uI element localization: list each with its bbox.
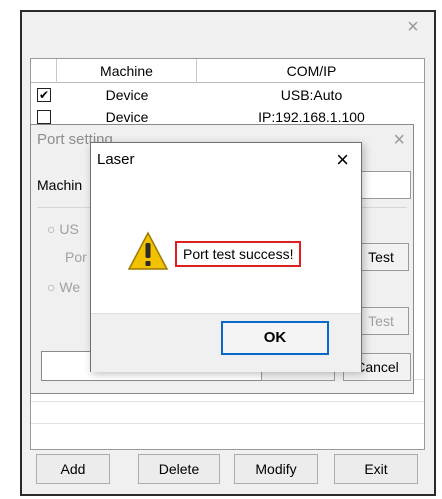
row-com-ip: USB:Auto [280, 87, 343, 103]
add-button[interactable]: Add [36, 454, 110, 484]
port-label: Por [65, 249, 87, 265]
modify-button[interactable]: Modify [234, 454, 318, 484]
exit-button[interactable]: Exit [334, 454, 418, 484]
table-row[interactable]: ✔ Device USB:Auto [31, 84, 424, 106]
message-text: Port test success! [175, 241, 302, 267]
machine-name-input[interactable] [357, 171, 411, 199]
warning-icon [127, 231, 169, 270]
radio-web[interactable]: ○ We [47, 279, 80, 295]
port-dialog-close-icon[interactable]: × [393, 129, 405, 152]
message-box-title: Laser [97, 151, 135, 168]
radio-web-label: We [59, 279, 81, 295]
list-header: Machine COM/IP [31, 59, 424, 83]
message-box: Laser × Port test success! OK [90, 142, 362, 372]
row-checkbox[interactable]: ✔ [37, 88, 51, 102]
row-checkbox[interactable] [37, 110, 51, 124]
radio-usb-icon: ○ [47, 221, 56, 237]
row-machine: Device [105, 87, 149, 103]
radio-usb[interactable]: ○ US [47, 221, 79, 237]
main-close-icon[interactable]: × [402, 16, 424, 38]
message-body: Port test success! [91, 183, 361, 313]
grid-line [31, 401, 424, 402]
radio-usb-label: US [59, 221, 79, 237]
delete-button[interactable]: Delete [138, 454, 220, 484]
ok-button[interactable]: OK [221, 321, 329, 355]
radio-web-icon: ○ [47, 279, 56, 295]
header-machine[interactable]: Machine [57, 59, 197, 83]
grid-line [31, 423, 424, 424]
message-box-close-icon[interactable]: × [336, 147, 349, 173]
header-checkbox-col [31, 59, 57, 83]
header-com-ip[interactable]: COM/IP [197, 59, 426, 83]
machine-label: Machin [37, 177, 83, 193]
